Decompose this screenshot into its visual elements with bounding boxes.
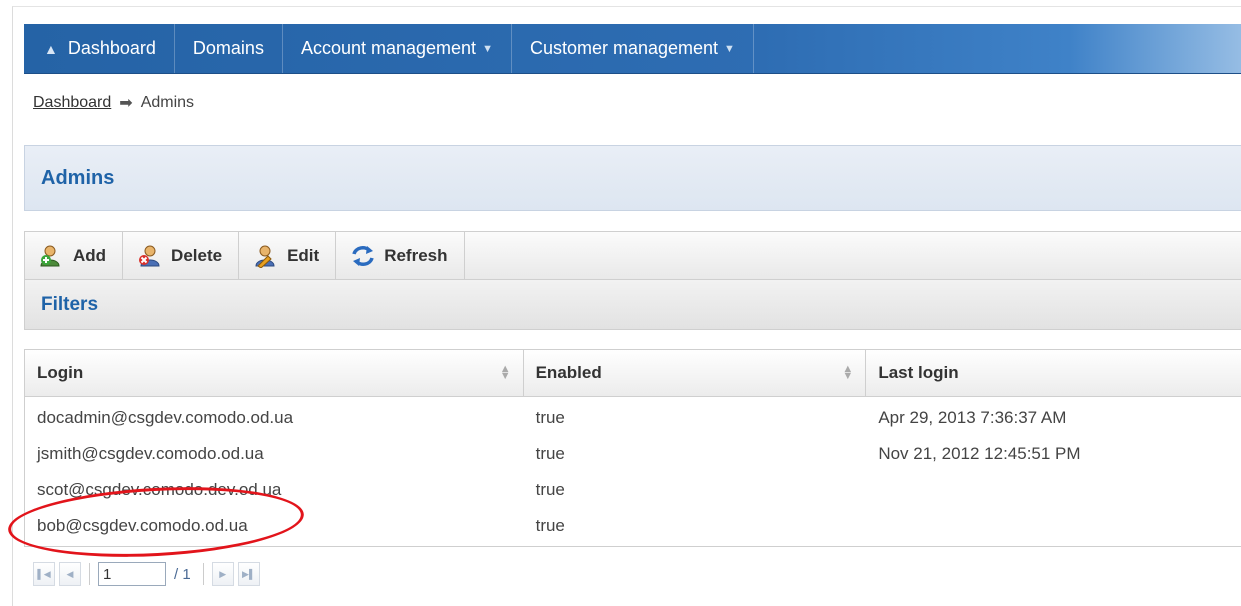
pager-divider (89, 563, 90, 585)
add-user-icon (40, 245, 60, 266)
login-cell: docadmin@csgdev.comodo.od.ua (37, 408, 294, 427)
next-page-icon: ▶ (219, 568, 227, 579)
nav-customer-management-label: Customer management (529, 38, 719, 58)
enabled-cell: true (535, 480, 565, 499)
first-page-button[interactable]: ▌◀ (33, 562, 55, 586)
admins-table: Login ▲ ▼ Enabled ▲ ▼ Last login docadmin@… (24, 349, 1241, 547)
column-header-label: Last login (878, 363, 959, 382)
nav-domains-label: Domains (192, 38, 264, 58)
refresh-icon (352, 245, 374, 266)
table-row[interactable]: docadmin@csgdev.comodo.od.ua true Apr 29… (25, 400, 1241, 436)
nav-dashboard[interactable]: ▲ Dashboard (24, 24, 175, 73)
login-cell: scot@csgdev.comodo.dev.od.ua (37, 480, 282, 499)
column-header-last-login[interactable]: Last login (866, 350, 1241, 396)
refresh-button[interactable]: Refresh (336, 232, 465, 279)
last-page-icon: ▶▌ (242, 568, 256, 579)
filters-toggle[interactable]: Filters (41, 294, 98, 316)
edit-button[interactable]: Edit (239, 232, 337, 279)
nav-dashboard-label: Dashboard (67, 38, 156, 58)
breadcrumb-current: Admins (140, 94, 195, 111)
prev-page-button[interactable]: ◀ (59, 562, 81, 586)
column-header-login[interactable]: Login ▲ ▼ (25, 350, 524, 396)
add-button[interactable]: Add (25, 232, 124, 279)
login-cell: bob@csgdev.comodo.od.ua (37, 516, 248, 535)
chevron-down-icon: ▼ (724, 42, 735, 55)
enabled-cell: true (535, 408, 565, 427)
last-page-button[interactable]: ▶▌ (237, 562, 260, 586)
column-header-label: Login (37, 363, 84, 382)
arrow-right-icon: ➡ (119, 95, 133, 112)
column-header-label: Enabled (535, 363, 602, 382)
edit-user-icon (255, 245, 275, 268)
home-icon: ▲ (44, 40, 58, 57)
enabled-cell: true (535, 444, 565, 463)
page-number-input[interactable] (98, 562, 166, 586)
table-header: Login ▲ ▼ Enabled ▲ ▼ Last login (25, 350, 1241, 397)
edit-button-label: Edit (287, 245, 320, 265)
prev-page-icon: ◀ (66, 568, 74, 579)
chevron-down-icon: ▼ (482, 42, 493, 55)
nav-customer-management[interactable]: Customer management ▼ (512, 24, 754, 73)
last-login-cell: Apr 29, 2013 7:36:37 AM (878, 408, 1067, 427)
table-body: docadmin@csgdev.comodo.od.ua true Apr 29… (25, 397, 1241, 547)
column-header-enabled[interactable]: Enabled ▲ ▼ (524, 350, 867, 396)
table-row[interactable]: scot@csgdev.comodo.dev.od.ua true (25, 472, 1241, 508)
enabled-cell: true (535, 516, 565, 535)
nav-account-management[interactable]: Account management ▼ (283, 24, 512, 73)
table-row[interactable]: jsmith@csgdev.comodo.od.ua true Nov 21, … (25, 436, 1241, 472)
next-page-button[interactable]: ▶ (211, 562, 234, 586)
add-button-label: Add (73, 245, 107, 265)
delete-button-label: Delete (171, 245, 223, 265)
delete-button[interactable]: Delete (123, 232, 240, 279)
breadcrumb-dashboard-link[interactable]: Dashboard (33, 94, 111, 112)
main-nav: ▲ Dashboard Domains Account management ▼… (24, 24, 1241, 74)
last-login-cell: Nov 21, 2012 12:45:51 PM (878, 444, 1081, 463)
sort-icon: ▲ ▼ (499, 363, 511, 382)
sort-icon: ▲ ▼ (842, 363, 854, 382)
table-row[interactable]: bob@csgdev.comodo.od.ua true (25, 508, 1241, 544)
page-title: Admins (41, 166, 115, 189)
page-title-bar: Admins (24, 145, 1241, 211)
pager: ▌◀ ◀ / 1 ▶ ▶▌ (33, 561, 260, 587)
nav-domains[interactable]: Domains (175, 24, 283, 73)
toolbar: Add Delete Edit Refresh (24, 231, 1241, 280)
nav-account-management-label: Account management (300, 38, 477, 58)
refresh-button-label: Refresh (384, 245, 448, 265)
login-cell: jsmith@csgdev.comodo.od.ua (37, 444, 264, 463)
filters-bar: Filters (24, 280, 1241, 330)
pager-divider (202, 563, 204, 585)
page-total: / 1 (174, 565, 191, 583)
breadcrumb: Dashboard ➡ Admins (33, 93, 194, 113)
delete-user-icon (139, 245, 160, 266)
first-page-icon: ▌◀ (37, 568, 51, 579)
